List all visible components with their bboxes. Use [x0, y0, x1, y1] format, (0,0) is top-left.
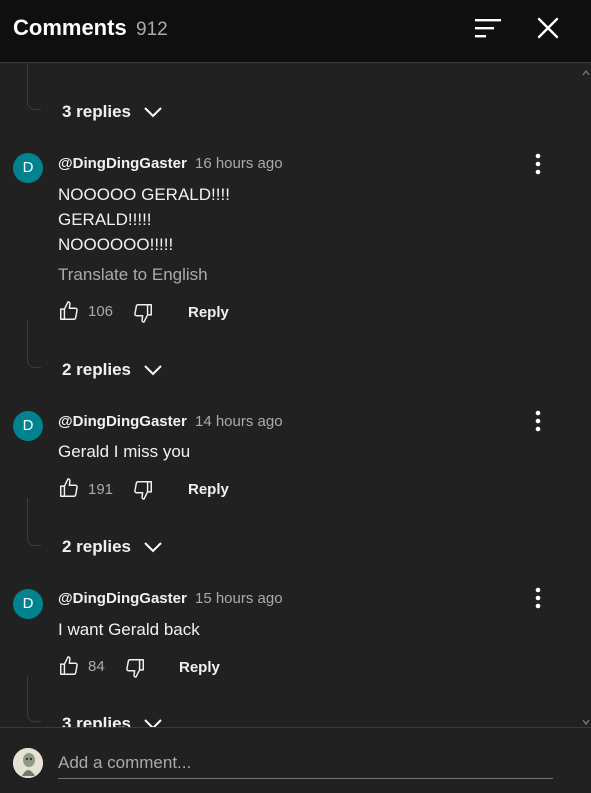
more-vertical-icon — [535, 153, 541, 175]
thread-line — [27, 498, 41, 546]
thumbs-up-icon — [60, 478, 78, 497]
like-button[interactable] — [58, 655, 80, 677]
sort-button[interactable] — [472, 15, 504, 43]
comment-text-line: NOOOOOO!!!!! — [58, 235, 174, 254]
reply-button[interactable]: Reply — [179, 659, 220, 676]
like-count: 84 — [88, 658, 105, 675]
dislike-button[interactable] — [124, 657, 146, 679]
thumbs-up-icon — [60, 301, 78, 320]
add-comment-input[interactable] — [58, 748, 553, 779]
comment-time[interactable]: 16 hours ago — [195, 155, 283, 172]
dislike-button[interactable] — [132, 479, 154, 501]
scroll-up-arrow[interactable] — [581, 65, 591, 76]
chevron-down-icon — [144, 542, 162, 553]
reply-button[interactable]: Reply — [188, 304, 229, 321]
avatar[interactable]: D — [13, 153, 43, 183]
thumbs-up-icon — [60, 656, 78, 675]
comment-author[interactable]: @DingDingGaster — [58, 413, 187, 430]
thread-line — [27, 320, 41, 368]
replies-toggle[interactable]: 2 replies — [62, 358, 163, 382]
more-vertical-icon — [535, 587, 541, 609]
comment-author[interactable]: @DingDingGaster — [58, 155, 187, 172]
comment-text-line: Gerald I miss you — [58, 442, 191, 461]
comment-time[interactable]: 15 hours ago — [195, 590, 283, 607]
replies-toggle[interactable]: 3 replies — [62, 712, 163, 727]
comment-time[interactable]: 14 hours ago — [195, 413, 283, 430]
like-count: 191 — [88, 481, 114, 498]
comment-text-line: NOOOOO GERALD!!!! — [58, 185, 230, 204]
comment-author[interactable]: @DingDingGaster — [58, 590, 187, 607]
user-avatar[interactable] — [13, 748, 43, 778]
chevron-up-icon — [582, 69, 590, 76]
sort-icon — [475, 19, 501, 38]
dislike-button[interactable] — [132, 302, 154, 324]
chevron-down-icon — [582, 719, 590, 726]
more-options-button[interactable] — [528, 408, 548, 436]
comments-list[interactable]: 3 replies D @DingDingGaster 16 hours ago… — [0, 64, 591, 727]
add-comment-bar — [0, 727, 591, 793]
like-button[interactable] — [58, 477, 80, 499]
scroll-down-arrow[interactable] — [581, 714, 591, 726]
thumbs-down-icon — [134, 481, 152, 500]
reply-button[interactable]: Reply — [188, 481, 229, 498]
comment-text-line: I want Gerald back — [58, 620, 200, 639]
comment-text-line: GERALD!!!!! — [58, 210, 152, 229]
chevron-down-icon — [144, 107, 162, 118]
more-options-button[interactable] — [528, 585, 548, 613]
replies-label: 3 replies — [62, 714, 131, 727]
replies-label: 2 replies — [62, 360, 131, 379]
replies-toggle[interactable]: 3 replies — [62, 100, 163, 124]
avatar[interactable]: D — [13, 411, 43, 441]
comment-meta: @DingDingGaster 16 hours ago — [58, 155, 283, 172]
more-options-button[interactable] — [528, 151, 548, 179]
chevron-down-icon — [144, 365, 162, 376]
like-count: 106 — [88, 303, 114, 320]
comments-header: Comments 912 — [0, 0, 591, 63]
comment-meta: @DingDingGaster 15 hours ago — [58, 590, 283, 607]
avatar[interactable]: D — [13, 589, 43, 619]
more-vertical-icon — [535, 410, 541, 432]
user-avatar-image — [13, 748, 43, 778]
replies-label: 2 replies — [62, 537, 131, 556]
panel-title: Comments — [13, 15, 127, 40]
comment-count: 912 — [136, 19, 168, 40]
thumbs-down-icon — [134, 304, 152, 323]
thumbs-down-icon — [126, 659, 144, 678]
chevron-down-icon — [144, 719, 162, 727]
replies-toggle[interactable]: 2 replies — [62, 535, 163, 559]
thread-line — [27, 676, 41, 722]
like-button[interactable] — [58, 300, 80, 322]
thread-line — [27, 64, 41, 110]
close-button[interactable] — [532, 12, 564, 44]
comment-meta: @DingDingGaster 14 hours ago — [58, 413, 283, 430]
translate-link[interactable]: Translate to English — [58, 265, 208, 285]
replies-label: 3 replies — [62, 102, 131, 121]
close-icon — [537, 17, 559, 39]
